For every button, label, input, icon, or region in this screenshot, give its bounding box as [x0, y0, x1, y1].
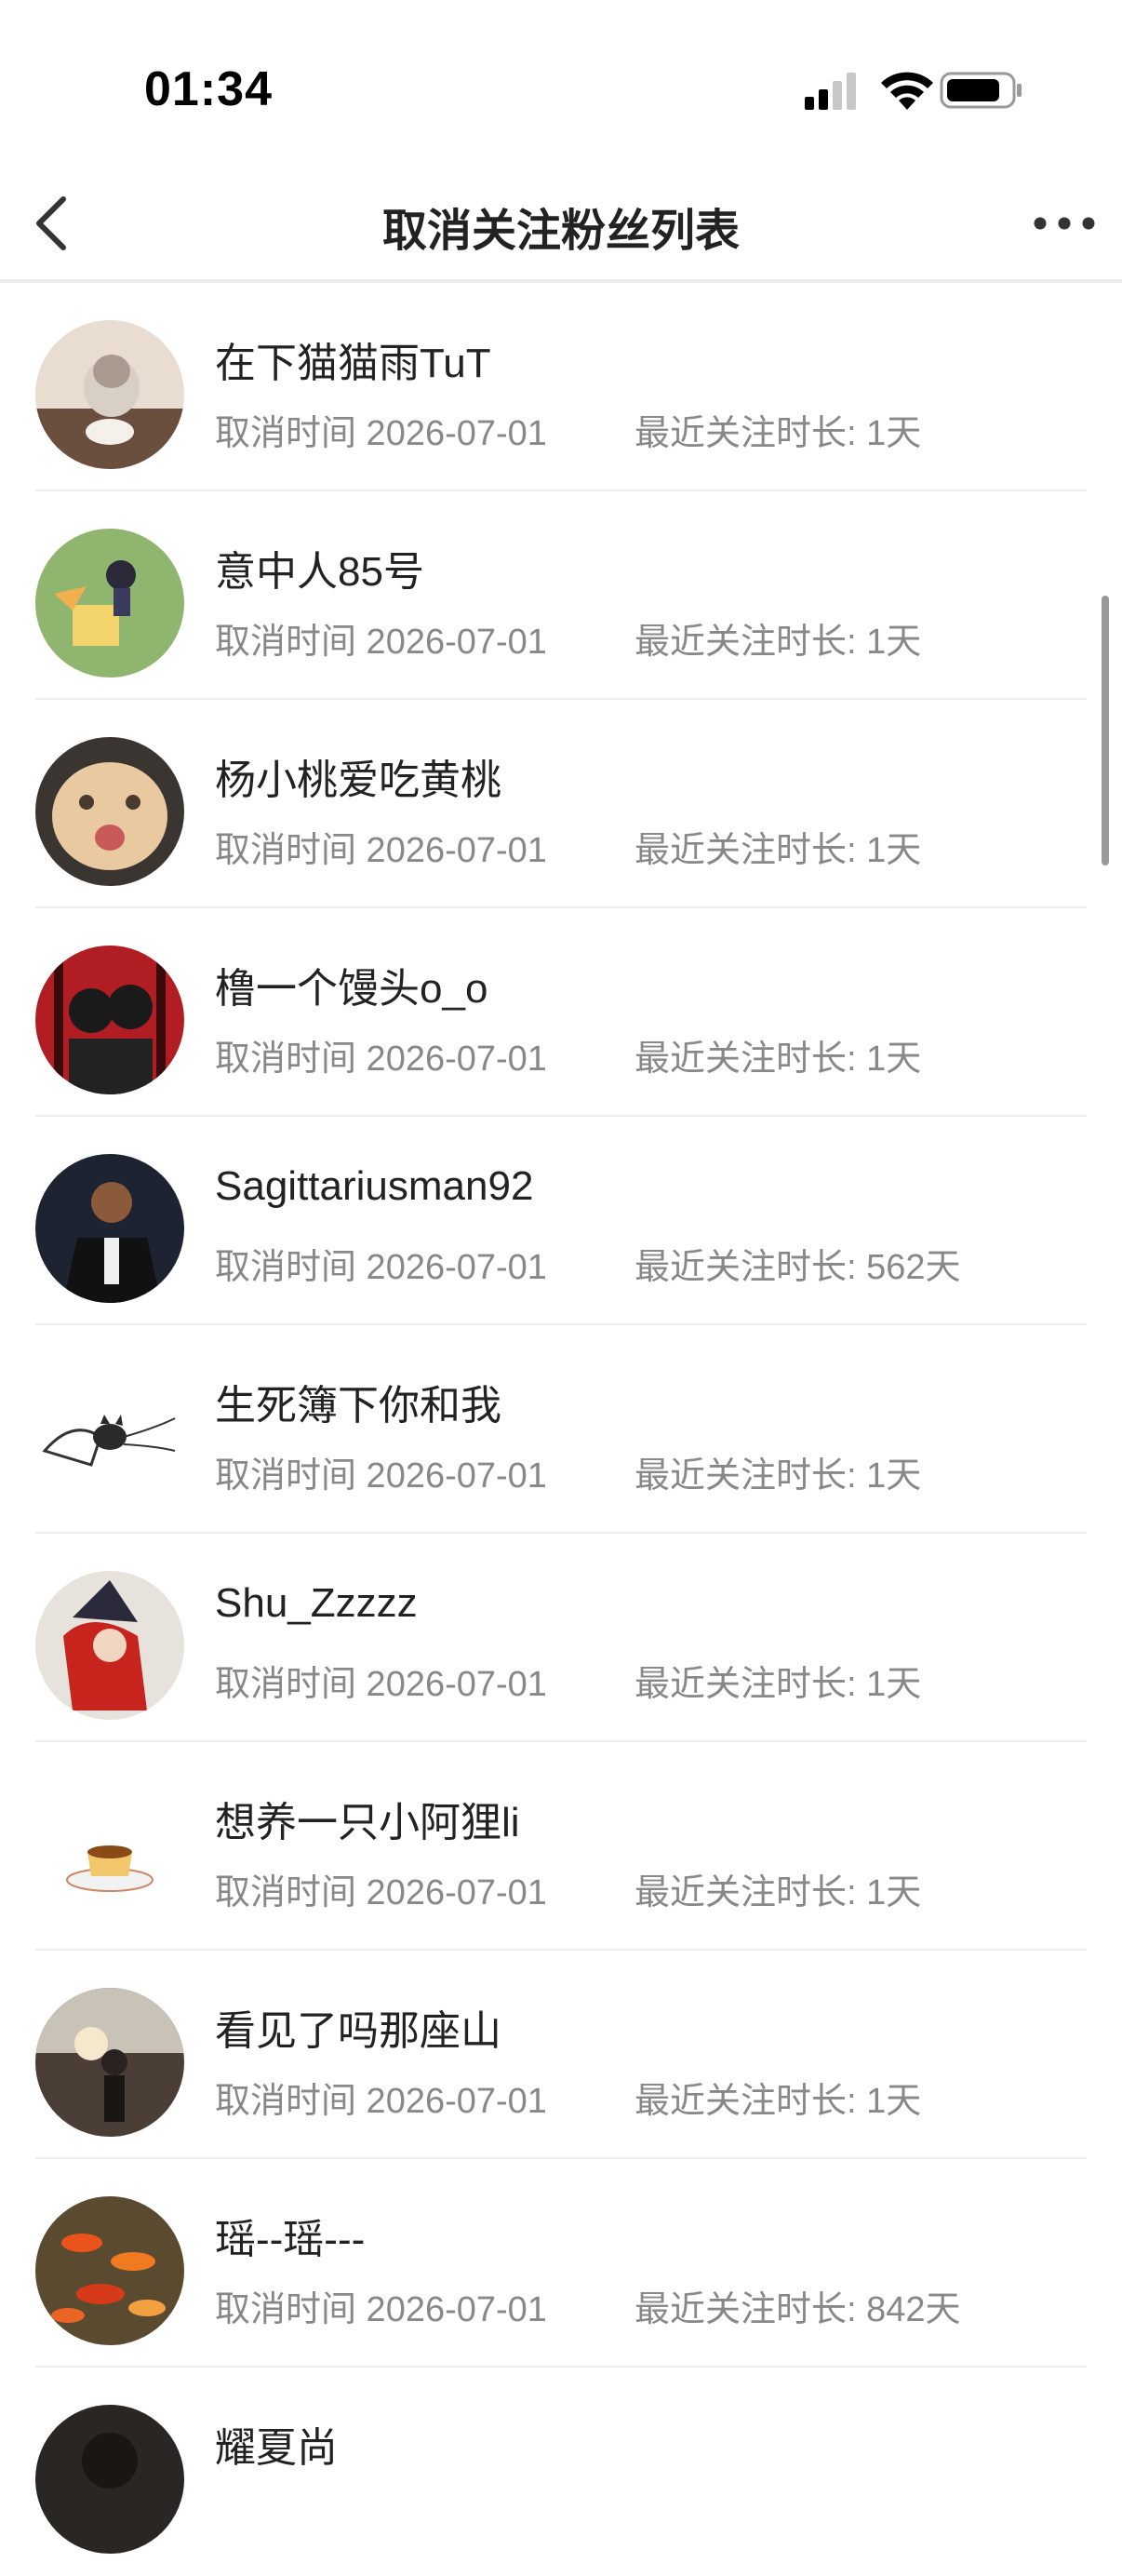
cancel-time: 取消时间 2026-07-01 — [215, 2290, 547, 2329]
fan-row[interactable]: 生死簿下你和我 取消时间 2026-07-01 最近关注时长: 1天 — [0, 1325, 1122, 1534]
follow-duration: 最近关注时长: 1天 — [634, 2082, 922, 2121]
cancel-time: 取消时间 2026-07-01 — [215, 1040, 547, 1079]
cancel-time: 取消时间 2026-07-01 — [215, 1873, 547, 1912]
fan-row[interactable]: 耀夏尚 — [0, 2368, 1122, 2576]
fan-row[interactable]: 意中人85号 取消时间 2026-07-01 最近关注时长: 1天 — [0, 491, 1122, 700]
fan-name: Shu_Zzzzz — [215, 1580, 418, 1626]
fan-name: Sagittariusman92 — [215, 1163, 534, 1209]
follow-duration: 最近关注时长: 1天 — [634, 414, 922, 453]
fan-row[interactable]: 在下猫猫雨TuT 取消时间 2026-07-01 最近关注时长: 1天 — [0, 281, 1122, 491]
nav-bar: 取消关注粉丝列表 — [0, 168, 1122, 281]
avatar[interactable] — [35, 737, 184, 886]
fan-row[interactable]: 想养一只小阿狸li 取消时间 2026-07-01 最近关注时长: 1天 — [0, 1742, 1122, 1951]
page-title: 取消关注粉丝列表 — [381, 207, 740, 256]
avatar[interactable] — [35, 1362, 184, 1511]
avatar[interactable] — [35, 2405, 184, 2554]
fan-row[interactable]: 杨小桃爱吃黄桃 取消时间 2026-07-01 最近关注时长: 1天 — [0, 700, 1122, 908]
cancel-time: 取消时间 2026-07-01 — [215, 1665, 547, 1704]
fan-row[interactable]: 瑶--瑶--- 取消时间 2026-07-01 最近关注时长: 842天 — [0, 2159, 1122, 2368]
fan-row[interactable]: Shu_Zzzzz 取消时间 2026-07-01 最近关注时长: 1天 — [0, 1534, 1122, 1742]
cancel-time: 取消时间 2026-07-01 — [215, 1248, 547, 1287]
avatar[interactable] — [35, 1988, 184, 2137]
follow-duration: 最近关注时长: 562天 — [634, 1248, 961, 1287]
fan-row[interactable]: Sagittariusman92 取消时间 2026-07-01 最近关注时长:… — [0, 1117, 1122, 1325]
fan-name: 杨小桃爱吃黄桃 — [215, 758, 501, 803]
follow-duration: 最近关注时长: 1天 — [634, 831, 922, 870]
cancel-time: 取消时间 2026-07-01 — [215, 1456, 547, 1496]
avatar[interactable] — [35, 1779, 184, 1928]
avatar[interactable] — [35, 946, 184, 1094]
cancel-time: 取消时间 2026-07-01 — [215, 2082, 547, 2121]
fan-name: 想养一只小阿狸li — [215, 1800, 520, 1845]
fan-name: 意中人85号 — [215, 549, 424, 595]
follow-duration: 最近关注时长: 1天 — [634, 623, 922, 662]
follow-duration: 最近关注时长: 842天 — [634, 2290, 961, 2329]
fan-name: 橹一个馒头o_o — [215, 966, 488, 1012]
avatar[interactable] — [35, 529, 184, 678]
fan-list: 在下猫猫雨TuT 取消时间 2026-07-01 最近关注时长: 1天 意中人8… — [0, 281, 1122, 2576]
avatar[interactable] — [35, 1571, 184, 1720]
follow-duration: 最近关注时长: 1天 — [634, 1665, 922, 1704]
fan-row[interactable]: 橹一个馒头o_o 取消时间 2026-07-01 最近关注时长: 1天 — [0, 908, 1122, 1117]
battery-icon — [940, 72, 1022, 109]
fan-name: 生死簿下你和我 — [215, 1383, 501, 1429]
follow-duration: 最近关注时长: 1天 — [634, 1456, 922, 1496]
follow-duration: 最近关注时长: 1天 — [634, 1040, 922, 1079]
fan-name: 看见了吗那座山 — [215, 2008, 501, 2054]
fan-name: 瑶--瑶--- — [215, 2217, 366, 2262]
cancel-time: 取消时间 2026-07-01 — [215, 623, 547, 662]
scrollbar[interactable] — [1102, 596, 1109, 865]
cellular-signal-icon — [805, 73, 856, 110]
fan-row[interactable]: 看见了吗那座山 取消时间 2026-07-01 最近关注时长: 1天 — [0, 1951, 1122, 2159]
fan-name: 耀夏尚 — [215, 2425, 338, 2471]
more-dots-icon — [1034, 217, 1095, 230]
follow-duration: 最近关注时长: 1天 — [634, 1873, 922, 1912]
fan-name: 在下猫猫雨TuT — [215, 341, 491, 386]
cancel-time: 取消时间 2026-07-01 — [215, 831, 547, 870]
status-bar: 01:34 — [0, 0, 1122, 168]
wifi-icon — [881, 72, 933, 110]
cancel-time: 取消时间 2026-07-01 — [215, 414, 547, 453]
avatar[interactable] — [35, 320, 184, 469]
avatar[interactable] — [35, 2196, 184, 2345]
avatar[interactable] — [35, 1154, 184, 1303]
more-button[interactable] — [1027, 195, 1102, 251]
status-time: 01:34 — [144, 62, 273, 116]
